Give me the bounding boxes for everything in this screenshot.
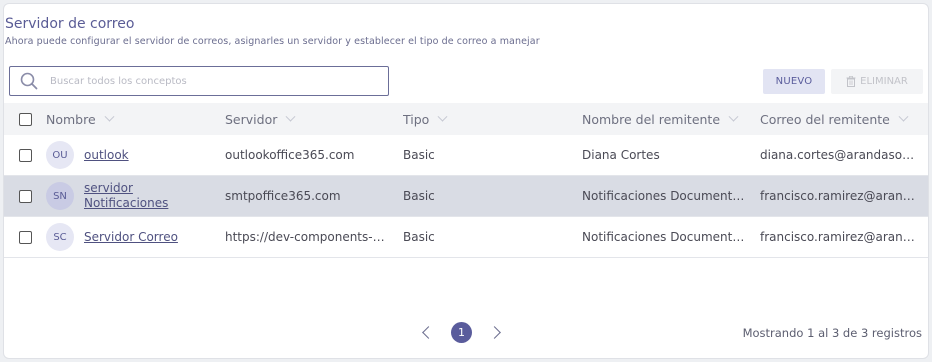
row-checkbox[interactable] [19, 230, 32, 244]
search-icon [20, 72, 38, 90]
table-row[interactable]: SN servidor Notificaciones smtpoffice365… [4, 176, 928, 217]
row-checkbox[interactable] [19, 189, 32, 203]
sender-email-cell: diana.cortes@arandasoft.com [760, 148, 915, 162]
trash-icon [846, 76, 856, 87]
page-title: Servidor de correo [5, 16, 135, 32]
records-summary: Mostrando 1 al 3 de 3 registros [742, 326, 922, 340]
avatar: SC [46, 223, 74, 251]
row-checkbox[interactable] [19, 148, 32, 162]
search-box[interactable] [9, 66, 389, 96]
sender-name-cell: Notificaciones Documentación [582, 189, 750, 203]
type-cell: Basic [403, 189, 435, 203]
server-name-link[interactable]: servidor Notificaciones [84, 181, 174, 211]
delete-button[interactable]: ELIMINAR [831, 69, 923, 94]
sender-email-cell: francisco.ramirez@arandasoft.com [760, 189, 915, 203]
search-input[interactable] [50, 75, 370, 87]
mail-server-panel: Servidor de correo Ahora puede configura… [3, 3, 929, 359]
server-name-link[interactable]: outlook [84, 148, 129, 163]
server-cell: https://dev-components-n... [225, 230, 390, 244]
table-header: Nombre Servidor Tipo Nombre del remitent… [4, 103, 928, 135]
sort-chevron-icon[interactable] [898, 111, 909, 122]
column-header-servidor[interactable]: Servidor [225, 103, 390, 135]
table-row[interactable]: OU outlook outlookoffice365.com Basic Di… [4, 135, 928, 176]
avatar: SN [46, 182, 74, 210]
select-all-checkbox[interactable] [19, 112, 32, 126]
sort-chevron-icon[interactable] [104, 111, 115, 122]
delete-button-label: ELIMINAR [860, 76, 908, 87]
sort-chevron-icon[interactable] [285, 111, 296, 122]
column-header-nombre-remitente[interactable]: Nombre del remitente [582, 103, 750, 135]
server-cell: outlookoffice365.com [225, 148, 355, 162]
mail-server-table: Nombre Servidor Tipo Nombre del remitent… [4, 103, 928, 258]
column-header-tipo[interactable]: Tipo [403, 103, 573, 135]
sender-name-cell: Notificaciones Documentación [582, 230, 750, 244]
server-cell: smtpoffice365.com [225, 189, 341, 203]
type-cell: Basic [403, 148, 435, 162]
sender-email-cell: francisco.ramirez@arandasoft.com [760, 230, 915, 244]
new-button[interactable]: NUEVO [763, 69, 825, 94]
pagination: 1 [422, 322, 501, 343]
column-header-correo-remitente[interactable]: Correo del remitente [760, 103, 915, 135]
table-row[interactable]: SC Servidor Correo https://dev-component… [4, 217, 928, 258]
page-subtitle: Ahora puede configurar el servidor de co… [5, 36, 540, 47]
previous-page-icon[interactable] [422, 326, 435, 339]
sort-chevron-icon[interactable] [437, 111, 448, 122]
sender-name-cell: Diana Cortes [582, 148, 660, 162]
next-page-icon[interactable] [488, 326, 501, 339]
column-header-nombre[interactable]: Nombre [46, 103, 221, 135]
page-number-current[interactable]: 1 [451, 322, 472, 343]
type-cell: Basic [403, 230, 435, 244]
server-name-link[interactable]: Servidor Correo [84, 230, 178, 245]
sort-chevron-icon[interactable] [728, 111, 739, 122]
avatar: OU [46, 141, 74, 169]
